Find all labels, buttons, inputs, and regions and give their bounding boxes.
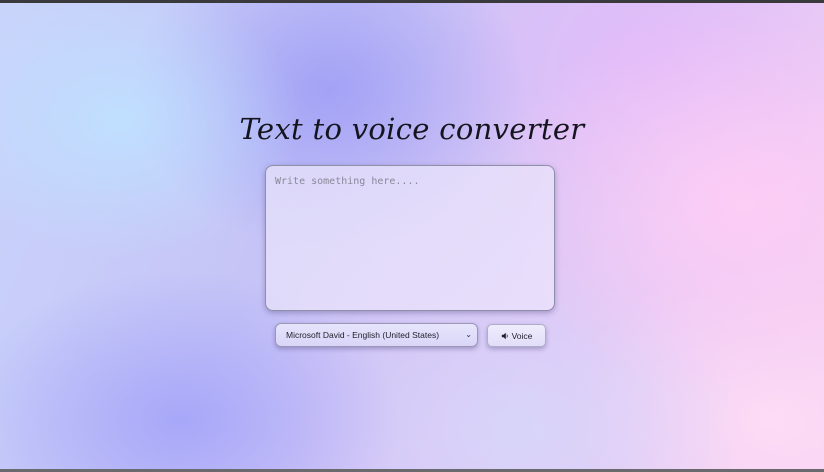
chevron-down-icon: ⌄	[465, 330, 472, 339]
speaker-icon	[501, 332, 508, 339]
window-top-border	[0, 0, 824, 3]
text-input-area[interactable]	[265, 165, 555, 311]
voice-select-value: Microsoft David - English (United States…	[286, 330, 440, 340]
voice-button[interactable]: Voice	[487, 324, 546, 347]
voice-button-label: Voice	[511, 330, 533, 341]
voice-select-dropdown[interactable]: Microsoft David - English (United States…	[275, 323, 478, 347]
page-title: Text to voice converter	[239, 112, 585, 146]
